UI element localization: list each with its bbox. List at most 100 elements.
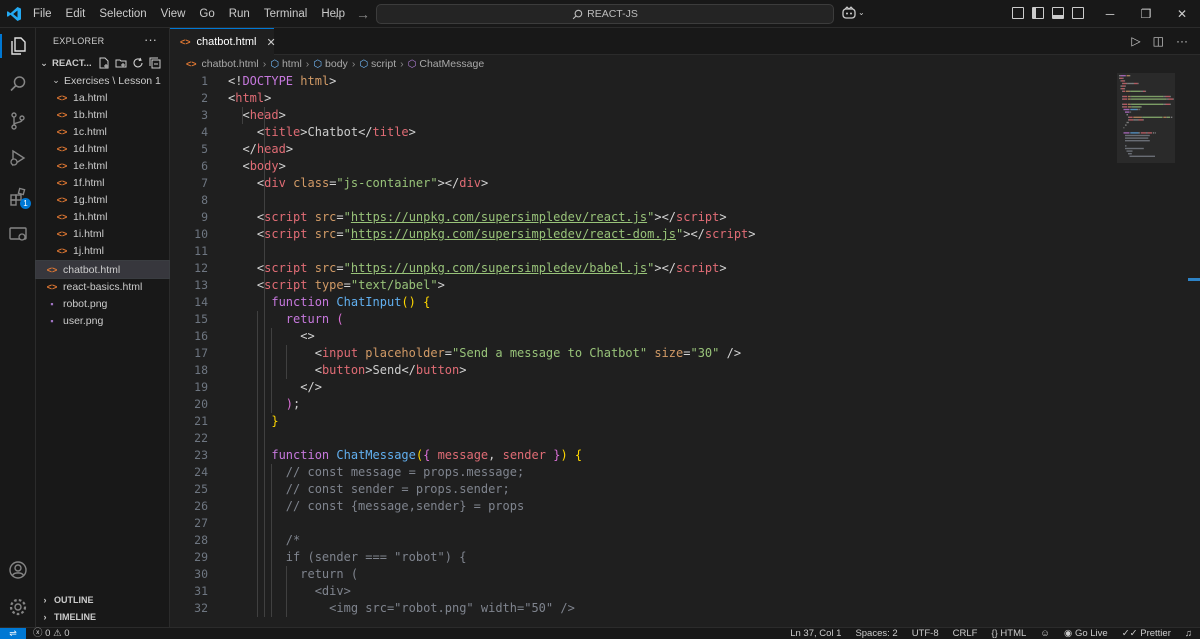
file-item-1f[interactable]: <> 1f.html — [36, 174, 169, 191]
vertical-scrollbar[interactable] — [1188, 278, 1200, 281]
prettier-button[interactable]: ✓✓ Prettier — [1122, 628, 1171, 639]
code-line[interactable]: 24 // const message = props.message; — [170, 464, 1115, 481]
code-line[interactable]: 29 if (sender === "robot") { — [170, 549, 1115, 566]
code-line[interactable]: 6 <body> — [170, 158, 1115, 175]
back-arrow-icon[interactable]: ← — [332, 6, 346, 22]
file-item-react-basics[interactable]: <> react-basics.html — [36, 278, 169, 295]
file-item-robot-png[interactable]: ▪ robot.png — [36, 295, 169, 312]
file-item-1h[interactable]: <> 1h.html — [36, 208, 169, 225]
encoding[interactable]: UTF-8 — [912, 628, 939, 639]
file-item-chatbot[interactable]: <> chatbot.html — [35, 260, 170, 279]
code-line[interactable]: 10 <script src="https://unpkg.com/supers… — [170, 226, 1115, 243]
timeline-section[interactable]: › TIMELINE — [36, 608, 170, 626]
code-line[interactable]: 22 — [170, 430, 1115, 447]
customize-layout-icon[interactable] — [1012, 7, 1024, 19]
search-activity[interactable] — [0, 68, 36, 100]
menu-terminal[interactable]: Terminal — [257, 8, 314, 20]
code-line[interactable]: 30 return ( — [170, 566, 1115, 583]
code-line[interactable]: 8 — [170, 192, 1115, 209]
breadcrumb-item[interactable]: body — [325, 58, 348, 70]
code-editor[interactable]: 1<!DOCTYPE html>2<html>3 <head>4 <title>… — [170, 73, 1115, 627]
indentation[interactable]: Spaces: 2 — [855, 628, 897, 639]
workspace-root[interactable]: ⌄ REACT... — [36, 54, 170, 72]
file-item-1c[interactable]: <> 1c.html — [36, 123, 169, 140]
file-item-1b[interactable]: <> 1b.html — [36, 106, 169, 123]
code-line[interactable]: 28 /* — [170, 532, 1115, 549]
code-line[interactable]: 3 <head> — [170, 107, 1115, 124]
minimap[interactable] — [1115, 73, 1185, 627]
more-actions-icon[interactable]: ··· — [1176, 34, 1188, 48]
tab-chatbot-html[interactable]: <> chatbot.html ✕ — [170, 28, 276, 55]
outline-section[interactable]: › OUTLINE — [36, 591, 170, 609]
source-control-activity[interactable] — [0, 105, 36, 137]
bell-icon[interactable]: ♫ — [1185, 628, 1192, 639]
code-line[interactable]: 15 return ( — [170, 311, 1115, 328]
breadcrumb-item[interactable]: ChatMessage — [419, 58, 484, 70]
collapse-all-icon[interactable] — [149, 57, 161, 69]
breadcrumb-item[interactable]: chatbot.html — [202, 58, 259, 70]
toggle-primary-sidebar-icon[interactable] — [1032, 7, 1044, 19]
folder-exercises-lesson-1[interactable]: ⌄ Exercises \ Lesson 1 — [36, 72, 169, 89]
minimize-icon[interactable]: ─ — [1092, 0, 1128, 28]
menu-edit[interactable]: Edit — [59, 8, 93, 20]
copilot-menu[interactable]: ⌄ — [842, 6, 865, 19]
code-line[interactable]: 16 <> — [170, 328, 1115, 345]
new-file-icon[interactable] — [98, 57, 110, 69]
file-item-1e[interactable]: <> 1e.html — [36, 157, 169, 174]
restore-icon[interactable]: ❐ — [1128, 0, 1164, 28]
code-line[interactable]: 13 <script type="text/babel"> — [170, 277, 1115, 294]
file-item-user-png[interactable]: ▪ user.png — [36, 312, 169, 329]
problems-indicator[interactable]: ⓧ 0 ⚠ 0 — [33, 628, 70, 639]
toggle-secondary-sidebar-icon[interactable] — [1072, 7, 1084, 19]
code-line[interactable]: 26 // const {message,sender} = props — [170, 498, 1115, 515]
refresh-icon[interactable] — [132, 57, 144, 69]
go-live-button[interactable]: ◉ Go Live — [1064, 628, 1108, 639]
code-line[interactable]: 11 — [170, 243, 1115, 260]
code-line[interactable]: 9 <script src="https://unpkg.com/supersi… — [170, 209, 1115, 226]
forward-arrow-icon[interactable]: → — [356, 6, 370, 22]
file-item-1a[interactable]: <> 1a.html — [36, 89, 169, 106]
file-item-1j[interactable]: <> 1j.html — [36, 242, 169, 259]
run-icon[interactable]: ▷ — [1131, 34, 1140, 48]
code-line[interactable]: 12 <script src="https://unpkg.com/supers… — [170, 260, 1115, 277]
code-line[interactable]: 1 <!DOCTYPE html> — [170, 73, 1115, 90]
breadcrumb-item[interactable]: html — [282, 58, 302, 70]
code-line[interactable]: 4 <title>Chatbot</title> — [170, 124, 1115, 141]
code-line[interactable]: 23 function ChatMessage({ message, sende… — [170, 447, 1115, 464]
remote-indicator-icon[interactable]: ⇌ — [0, 628, 26, 639]
code-line[interactable]: 31 <div> — [170, 583, 1115, 600]
code-line[interactable]: 19 </> — [170, 379, 1115, 396]
code-line[interactable]: 14 function ChatInput() { — [170, 294, 1115, 311]
menu-file[interactable]: File — [26, 8, 59, 20]
menu-run[interactable]: Run — [222, 8, 257, 20]
copilot-status-icon[interactable]: ☺ — [1040, 628, 1050, 639]
manage-activity[interactable] — [0, 591, 36, 623]
menu-go[interactable]: Go — [192, 8, 221, 20]
code-line[interactable]: 21 } — [170, 413, 1115, 430]
close-window-icon[interactable]: ✕ — [1164, 0, 1200, 28]
language-mode[interactable]: {} HTML — [991, 628, 1026, 639]
code-line[interactable]: 20 ); — [170, 396, 1115, 413]
run-debug-activity[interactable] — [0, 142, 36, 174]
code-line[interactable]: 5 </head> — [170, 141, 1115, 158]
code-line[interactable]: 18 <button>Send</button> — [170, 362, 1115, 379]
split-editor-icon[interactable]: ◫ — [1153, 34, 1164, 48]
code-line[interactable]: 27 — [170, 515, 1115, 532]
toggle-panel-icon[interactable] — [1052, 7, 1064, 19]
extensions-activity[interactable]: 1 — [0, 181, 36, 213]
menu-selection[interactable]: Selection — [92, 8, 153, 20]
file-item-1d[interactable]: <> 1d.html — [36, 140, 169, 157]
close-icon[interactable]: ✕ — [266, 36, 275, 49]
code-line[interactable]: 7 <div class="js-container"></div> — [170, 175, 1115, 192]
file-item-1g[interactable]: <> 1g.html — [36, 191, 169, 208]
accounts-activity[interactable] — [0, 554, 36, 586]
explorer-activity[interactable] — [0, 30, 36, 62]
code-line[interactable]: 2 <html> — [170, 90, 1115, 107]
code-line[interactable]: 32 <img src="robot.png" width="50" /> — [170, 600, 1115, 617]
breadcrumb-item[interactable]: script — [371, 58, 396, 70]
menu-view[interactable]: View — [154, 8, 193, 20]
command-center-search[interactable]: REACT-JS — [376, 4, 834, 24]
line-ending[interactable]: CRLF — [953, 628, 978, 639]
cursor-position[interactable]: Ln 37, Col 1 — [790, 628, 841, 639]
code-line[interactable]: 25 // const sender = props.sender; — [170, 481, 1115, 498]
